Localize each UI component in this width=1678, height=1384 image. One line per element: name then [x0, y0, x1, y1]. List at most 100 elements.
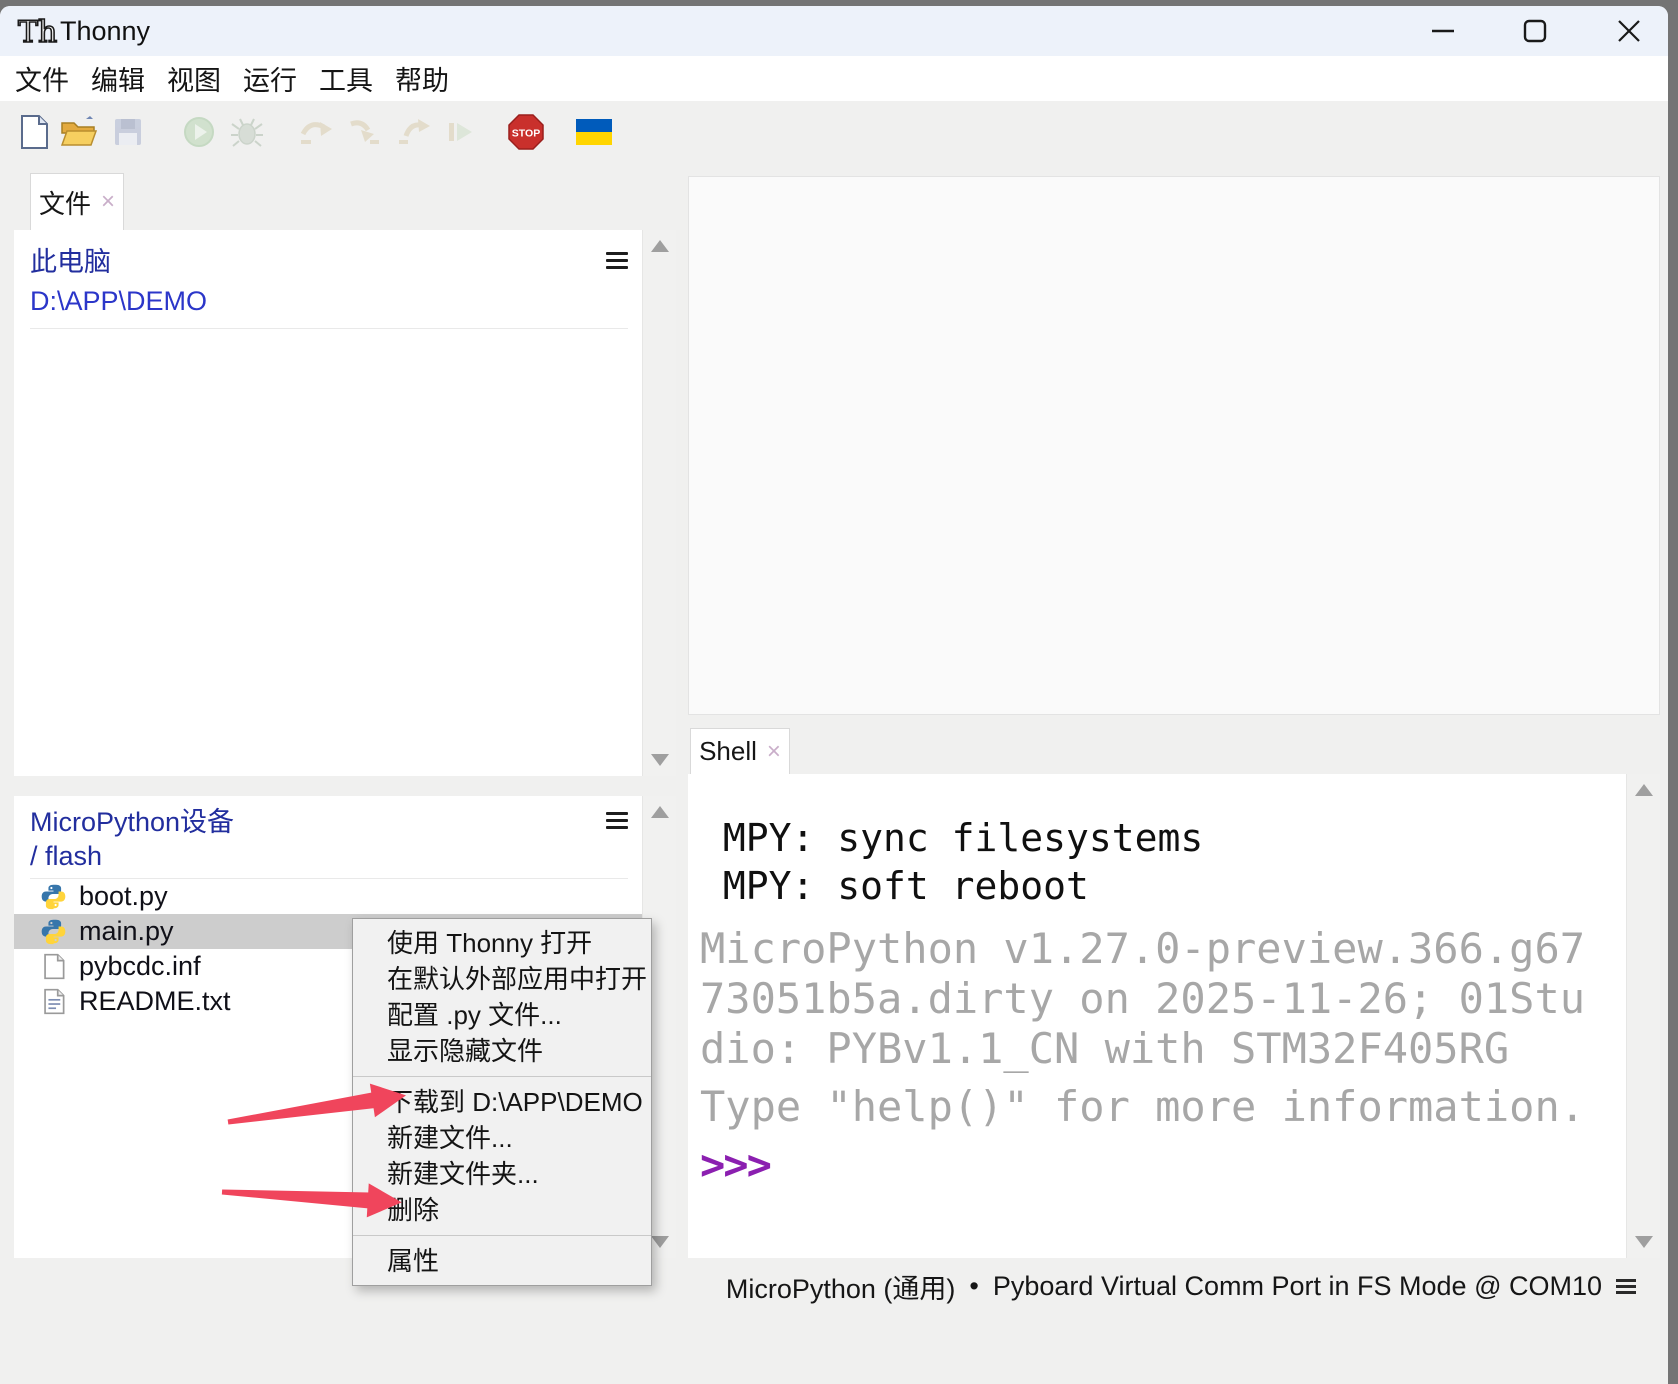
maximize-button[interactable]	[1506, 6, 1564, 56]
shell-prompt: >>>	[700, 1140, 1626, 1190]
maximize-icon	[1521, 17, 1549, 45]
shell-line: 73051b5a.dirty on 2025-11-26; 01Stu	[700, 974, 1626, 1024]
statusbar: MicroPython (通用) • Pyboard Virtual Comm …	[0, 1262, 1652, 1310]
step-over-icon	[298, 116, 334, 148]
context-menu-item-delete[interactable]: 删除	[353, 1192, 651, 1228]
shell-line: MicroPython v1.27.0-preview.366.g67	[700, 924, 1626, 974]
toolbar: STOP	[0, 101, 1668, 163]
ukraine-flag-button[interactable]	[576, 119, 612, 145]
scroll-up-icon[interactable]	[651, 240, 669, 252]
menubar: 文件 编辑 视图 运行 工具 帮助	[0, 56, 1668, 101]
statusbar-bullet: •	[969, 1271, 978, 1302]
svg-text:Th: Th	[18, 15, 57, 50]
tab-files[interactable]: 文件 ×	[30, 173, 124, 230]
shell-line: Type "help()" for more information.	[700, 1082, 1626, 1132]
step-out-icon	[396, 116, 432, 148]
new-file-button[interactable]	[18, 114, 50, 150]
titlebar: Th Thonny	[0, 6, 1668, 56]
device-title-link[interactable]: MicroPython设备	[30, 804, 628, 840]
context-menu-item-open-with-thonny[interactable]: 使用 Thonny 打开	[353, 925, 651, 961]
stop-icon: STOP	[508, 114, 544, 150]
save-file-icon	[112, 116, 144, 148]
divider	[30, 328, 628, 329]
this-computer-link[interactable]: 此电脑	[30, 242, 628, 282]
open-file-button[interactable]	[60, 115, 98, 149]
scroll-down-icon[interactable]	[651, 1236, 669, 1248]
scroll-up-icon[interactable]	[1635, 784, 1653, 796]
thonny-window: Th Thonny 文件 编辑 视图 运行 工具 帮助	[0, 6, 1668, 1384]
close-icon	[1615, 17, 1643, 45]
tab-shell-label: Shell	[699, 736, 757, 767]
ukraine-flag-icon	[576, 119, 612, 145]
files-scrollbar[interactable]	[642, 230, 676, 776]
file-name: README.txt	[79, 986, 231, 1017]
context-menu-item-download-to[interactable]: 下载到 D:\APP\DEMO	[353, 1084, 651, 1120]
file-icon	[40, 953, 67, 980]
shell-line: MPY: soft reboot	[700, 862, 1626, 910]
panel-menu-icon[interactable]	[606, 808, 628, 833]
shell-panel[interactable]: MPY: sync filesystems MPY: soft reboot M…	[688, 774, 1626, 1258]
panel-menu-icon[interactable]	[606, 248, 628, 273]
file-row[interactable]: boot.py	[14, 879, 642, 914]
shell-scrollbar[interactable]	[1626, 774, 1660, 1258]
menu-file[interactable]: 文件	[4, 59, 80, 98]
minimize-icon	[1429, 17, 1457, 45]
window-title: Thonny	[60, 6, 150, 56]
resume-icon	[444, 116, 476, 148]
context-menu-item-show-hidden[interactable]: 显示隐藏文件	[353, 1033, 651, 1069]
statusbar-menu-icon[interactable]	[1616, 1276, 1636, 1297]
debug-icon	[230, 115, 264, 149]
thonny-logo-icon: Th	[16, 14, 60, 50]
step-into-icon	[346, 116, 382, 148]
context-menu-item-new-folder[interactable]: 新建文件夹...	[353, 1156, 651, 1192]
menu-separator	[353, 1235, 651, 1236]
step-into-button[interactable]	[346, 116, 382, 148]
shell-line: MPY: sync filesystems	[700, 814, 1626, 862]
run-icon	[182, 115, 216, 149]
divider	[30, 878, 628, 879]
menu-view[interactable]: 视图	[156, 59, 232, 98]
text-file-icon	[40, 988, 67, 1015]
run-button[interactable]	[182, 115, 216, 149]
device-path-link[interactable]: / flash	[30, 840, 628, 872]
statusbar-backend[interactable]: MicroPython (通用)	[726, 1267, 956, 1306]
scroll-up-icon[interactable]	[651, 806, 669, 818]
context-menu-item-open-external[interactable]: 在默认外部应用中打开	[353, 961, 651, 997]
file-name: boot.py	[79, 881, 168, 912]
context-menu-item-configure-py[interactable]: 配置 .py 文件...	[353, 997, 651, 1033]
menu-separator	[353, 1076, 651, 1077]
debug-button[interactable]	[230, 115, 264, 149]
open-file-icon	[60, 115, 98, 149]
menu-help[interactable]: 帮助	[384, 59, 460, 98]
context-menu: 使用 Thonny 打开 在默认外部应用中打开 配置 .py 文件... 显示隐…	[352, 918, 652, 1286]
resume-button[interactable]	[444, 116, 476, 148]
new-file-icon	[18, 114, 50, 150]
local-path-link[interactable]: D:\APP\DEMO	[30, 282, 628, 320]
minimize-button[interactable]	[1414, 6, 1472, 56]
svg-text:STOP: STOP	[512, 128, 540, 140]
tab-shell[interactable]: Shell ×	[690, 728, 790, 774]
context-menu-item-new-file[interactable]: 新建文件...	[353, 1120, 651, 1156]
menu-edit[interactable]: 编辑	[80, 59, 156, 98]
save-file-button[interactable]	[112, 116, 144, 148]
file-name: pybcdc.inf	[79, 951, 201, 982]
tab-close-icon[interactable]: ×	[767, 742, 781, 762]
python-file-icon	[40, 918, 67, 945]
menu-tools[interactable]: 工具	[308, 59, 384, 98]
tab-close-icon[interactable]: ×	[101, 192, 115, 212]
scroll-down-icon[interactable]	[1635, 1236, 1653, 1248]
editor-area[interactable]	[688, 176, 1660, 715]
statusbar-port[interactable]: Pyboard Virtual Comm Port in FS Mode @ C…	[993, 1271, 1602, 1302]
step-out-button[interactable]	[396, 116, 432, 148]
stop-button[interactable]: STOP	[508, 114, 544, 150]
scroll-down-icon[interactable]	[651, 754, 669, 766]
shell-line: dio: PYBv1.1_CN with STM32F405RG	[700, 1024, 1626, 1074]
context-menu-item-properties[interactable]: 属性	[353, 1243, 651, 1279]
files-panel: 此电脑 D:\APP\DEMO	[14, 230, 642, 776]
tab-files-label: 文件	[39, 184, 91, 221]
python-file-icon	[40, 883, 67, 910]
close-button[interactable]	[1600, 6, 1658, 56]
menu-run[interactable]: 运行	[232, 59, 308, 98]
step-over-button[interactable]	[298, 116, 334, 148]
file-name: main.py	[79, 916, 174, 947]
